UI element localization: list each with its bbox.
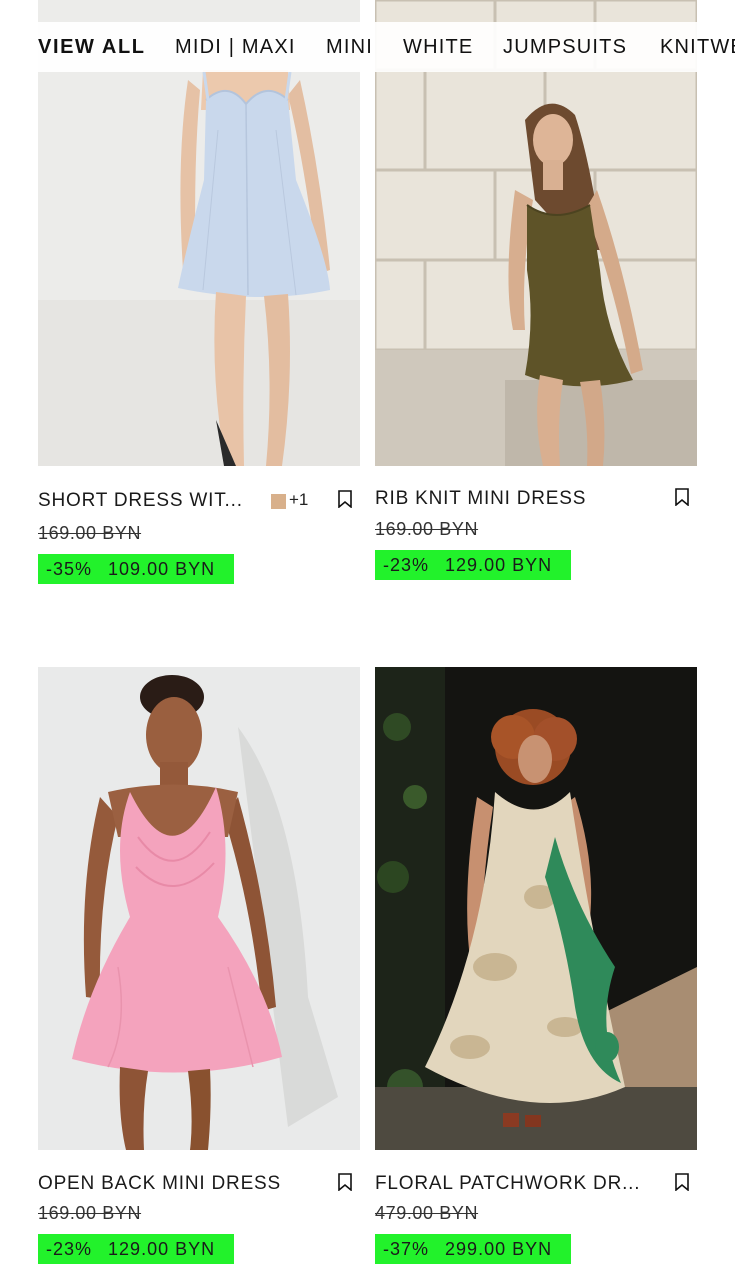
sale-price: 129.00 BYN [108,1238,216,1259]
bookmark-icon[interactable] [674,488,690,506]
product-listing-page: SHORT DRESS WIT... +1 169.00 BYN -35% 10… [0,0,735,1280]
more-colors-count[interactable]: +1 [289,490,308,510]
product-card: OPEN BACK MINI DRESS 169.00 BYN -23% 129… [38,667,360,1267]
bookmark-icon[interactable] [337,490,353,508]
sale-price-badge: -35% 109.00 BYN [38,554,234,584]
product-card: RIB KNIT MINI DRESS 169.00 BYN -23% 129.… [375,0,697,600]
product-image[interactable] [38,667,360,1150]
sale-price: 129.00 BYN [445,554,553,575]
sale-price: 299.00 BYN [445,1238,553,1259]
product-name[interactable]: OPEN BACK MINI DRESS [38,1173,281,1195]
tab-midi-maxi[interactable]: MIDI | MAXI [175,36,296,59]
bookmark-icon[interactable] [674,1173,690,1191]
tab-jumpsuits[interactable]: JUMPSUITS [503,36,627,59]
discount-percent: -35% [46,558,93,579]
tab-white[interactable]: WHITE [403,36,473,59]
discount-percent: -23% [46,1238,93,1259]
original-price: 169.00 BYN [375,519,479,539]
product-name[interactable]: FLORAL PATCHWORK DR... [375,1173,640,1195]
color-swatch[interactable] [271,494,286,509]
category-tab-bar: VIEW ALL MIDI | MAXI MINI WHITE JUMPSUIT… [0,22,735,72]
original-price: 169.00 BYN [38,523,142,543]
original-price: 169.00 BYN [38,1203,142,1223]
product-card: SHORT DRESS WIT... +1 169.00 BYN -35% 10… [38,0,360,600]
sale-price-badge: -37% 299.00 BYN [375,1234,571,1264]
product-name[interactable]: SHORT DRESS WIT... [38,490,243,512]
sale-price: 109.00 BYN [108,558,216,579]
bookmark-icon[interactable] [337,1173,353,1191]
sale-price-badge: -23% 129.00 BYN [375,550,571,580]
tab-mini[interactable]: MINI [326,36,373,59]
discount-percent: -37% [383,1238,430,1259]
product-card: FLORAL PATCHWORK DR... 479.00 BYN -37% 2… [375,667,697,1267]
original-price: 479.00 BYN [375,1203,479,1223]
product-name[interactable]: RIB KNIT MINI DRESS [375,488,586,510]
discount-percent: -23% [383,554,430,575]
tab-view-all[interactable]: VIEW ALL [38,36,146,59]
sale-price-badge: -23% 129.00 BYN [38,1234,234,1264]
product-image[interactable] [375,667,697,1150]
tab-knitwear[interactable]: KNITWE [660,36,735,59]
